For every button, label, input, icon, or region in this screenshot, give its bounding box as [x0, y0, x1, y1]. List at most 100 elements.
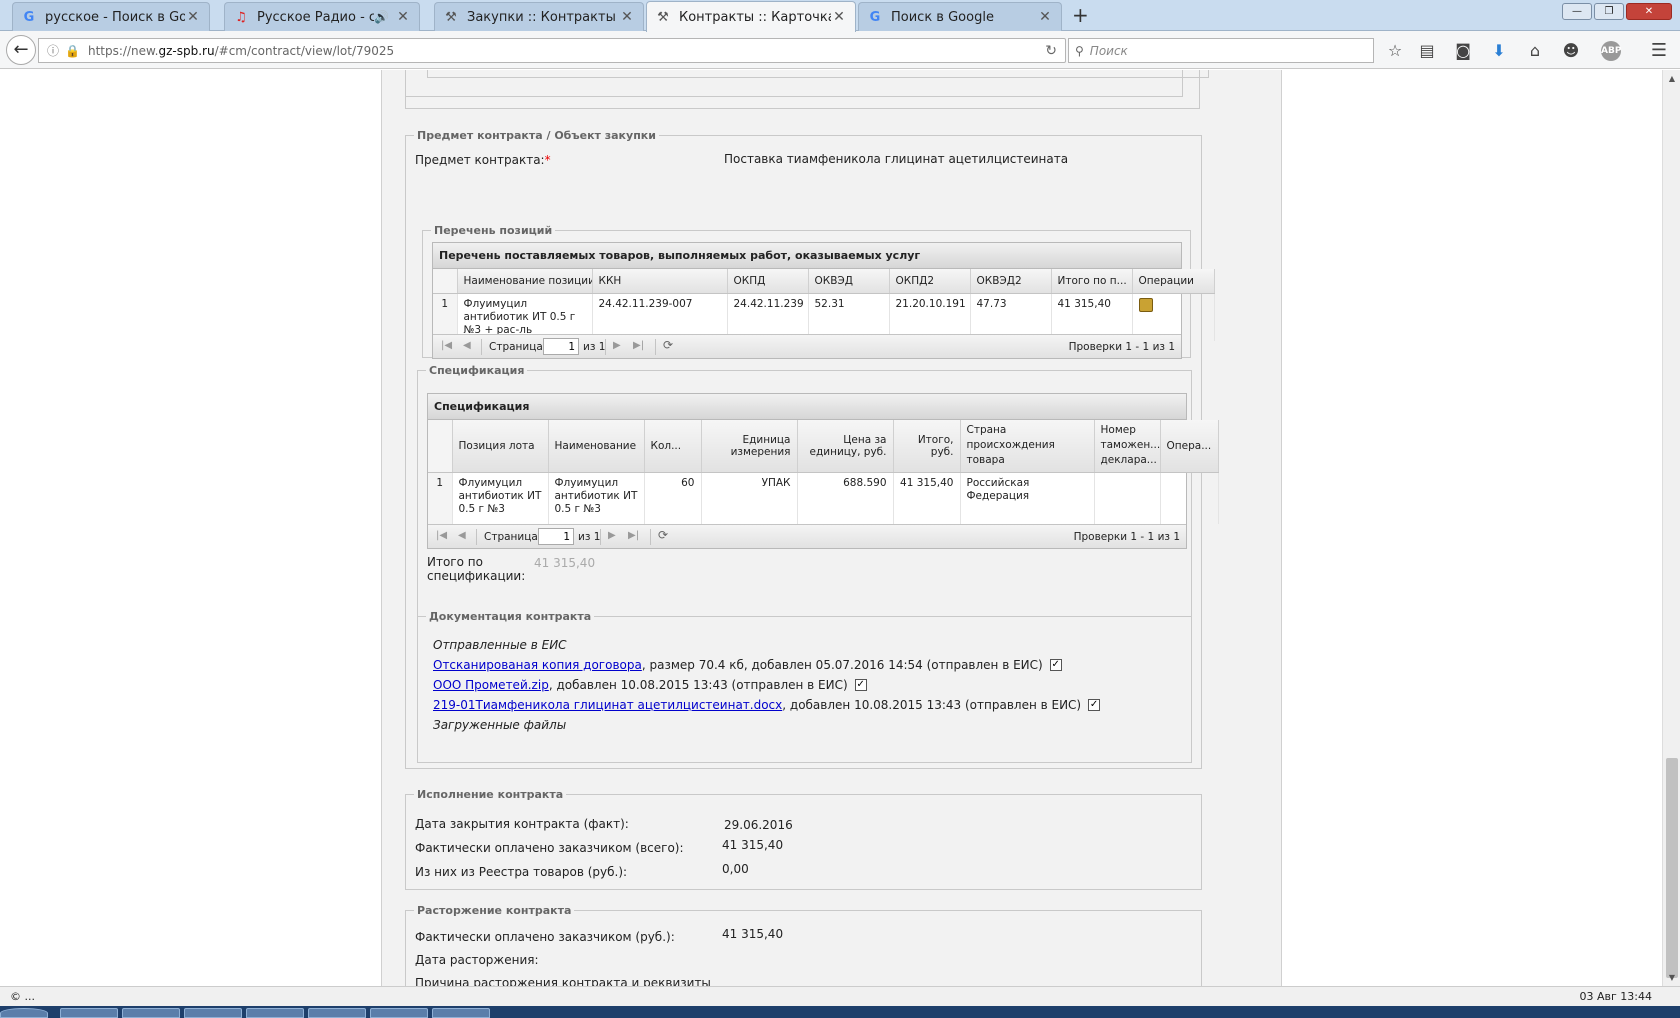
taskbar-app-button[interactable] — [246, 1008, 304, 1018]
row-number-header — [433, 269, 458, 294]
taskbar-app-button[interactable] — [308, 1008, 366, 1018]
restore-button[interactable]: ❐ — [1594, 3, 1624, 20]
minimize-button[interactable]: — — [1562, 3, 1592, 20]
pocket-icon[interactable]: ◙ — [1452, 40, 1474, 62]
close-tab-icon[interactable]: ✕ — [395, 9, 411, 25]
download-icon[interactable]: ⬇ — [1488, 40, 1510, 62]
column-header-customs-number[interactable]: Номер таможен... деклара... — [1094, 420, 1161, 473]
column-header-lot-position[interactable]: Позиция лота — [452, 420, 549, 473]
tab-title: Контракты :: Карточка ко... — [679, 9, 831, 25]
sent-checkbox[interactable]: ✓ — [1049, 659, 1062, 671]
column-header-total[interactable]: Итого, руб. — [893, 420, 961, 473]
reload-icon[interactable]: ↻ — [1045, 43, 1057, 59]
column-header-okved[interactable]: ОКВЭД — [808, 269, 890, 294]
page-number-input[interactable] — [538, 528, 574, 545]
prev-page-icon[interactable]: ◀ — [458, 530, 466, 541]
prev-page-icon[interactable]: ◀ — [463, 340, 471, 351]
spec-total-label: Итого по спецификации: — [427, 555, 526, 583]
termination-date-label: Дата расторжения: — [415, 953, 539, 967]
column-header-name[interactable]: Наименование позиции — [457, 269, 593, 294]
taskbar-app-button[interactable] — [370, 1008, 428, 1018]
back-button[interactable]: ← — [6, 35, 36, 65]
hammer-icon: ⚒ — [445, 9, 457, 25]
speaker-icon[interactable]: 🔊 — [374, 10, 389, 24]
refresh-icon[interactable]: ⟳ — [658, 528, 668, 542]
google-icon: G — [869, 9, 881, 25]
next-page-icon[interactable]: ▶ — [608, 530, 616, 541]
next-page-icon[interactable]: ▶ — [613, 340, 621, 351]
document-item: Отсканированая копия договора, размер 70… — [433, 658, 1062, 672]
taskbar-app-button[interactable] — [432, 1008, 490, 1018]
home-icon[interactable]: ⌂ — [1524, 40, 1546, 62]
adblock-icon[interactable]: ABP — [1596, 40, 1626, 62]
column-header-operations[interactable]: Опера... — [1160, 420, 1219, 473]
paid-total-value: 41 315,40 — [722, 838, 784, 852]
navigation-toolbar: ← ⓘ 🔒 https://new. gz-spb.ru/#cm/contract… — [0, 31, 1680, 69]
scroll-down-icon[interactable]: ▼ — [1663, 973, 1680, 982]
taskbar-app-button[interactable] — [122, 1008, 180, 1018]
sent-checkbox[interactable]: ✓ — [1088, 699, 1101, 711]
column-header-country[interactable]: Страна происхождения товара — [960, 420, 1095, 473]
column-header-quantity[interactable]: Кол... — [644, 420, 702, 473]
column-header-total[interactable]: Итого по п... — [1051, 269, 1133, 294]
positions-table: Наименование позиции ККН ОКПД ОКВЭД ОКПД… — [433, 269, 1215, 341]
column-header-okved2[interactable]: ОКВЭД2 — [970, 269, 1052, 294]
address-bar[interactable]: ⓘ 🔒 https://new. gz-spb.ru/#cm/contract/v… — [38, 38, 1066, 63]
last-page-icon[interactable]: ▶| — [633, 340, 644, 351]
refresh-icon[interactable]: ⟳ — [663, 338, 673, 352]
close-window-button[interactable]: ✕ — [1626, 3, 1672, 20]
status-bar: © ... 03 Авг 13:44 — [0, 986, 1680, 1006]
tab-google-search[interactable]: G Поиск в Google ✕ — [858, 2, 1062, 31]
scroll-up-icon[interactable]: ▲ — [1663, 74, 1680, 83]
column-header-kkn[interactable]: ККН — [592, 269, 728, 294]
page-scrollbar[interactable]: ▲ ▼ — [1662, 70, 1680, 986]
tab-russian-radio[interactable]: ♫ Русское Радио - слуш... 🔊 ✕ — [224, 2, 420, 31]
first-page-icon[interactable]: |◀ — [441, 340, 452, 351]
search-placeholder: Поиск — [1089, 43, 1128, 58]
document-link[interactable]: ООО Прометей.zip — [433, 678, 549, 692]
pager-separator — [476, 529, 477, 545]
taskbar-app-button[interactable] — [184, 1008, 242, 1018]
column-header-okpd2[interactable]: ОКПД2 — [889, 269, 971, 294]
column-header-okpd[interactable]: ОКПД — [727, 269, 809, 294]
taskbar-app-button[interactable] — [60, 1008, 118, 1018]
close-tab-icon[interactable]: ✕ — [619, 9, 635, 25]
info-icon[interactable]: ⓘ — [47, 42, 59, 59]
lock-icon: 🔒 — [65, 43, 80, 58]
tab-purchases-contracts[interactable]: ⚒ Закупки :: Контракты на э... ✕ — [434, 2, 644, 31]
close-tab-icon[interactable]: ✕ — [1037, 9, 1053, 25]
column-header-operations[interactable]: Операции — [1132, 269, 1215, 294]
column-header-price[interactable]: Цена за единицу, руб. — [797, 420, 894, 473]
positions-grid: Перечень поставляемых товаров, выполняем… — [432, 242, 1215, 359]
pager-separator — [605, 339, 606, 355]
google-icon: G — [23, 9, 35, 25]
reading-list-icon[interactable]: ▤ — [1416, 40, 1438, 62]
table-row[interactable]: 1 Флуимуцил антибиотик ИТ 0.5 г №3 Флуим… — [428, 472, 1219, 524]
chat-icon[interactable]: ☻ — [1560, 40, 1582, 62]
spec-total-value: 41 315,40 — [534, 556, 596, 570]
document-link[interactable]: Отсканированая копия договора — [433, 658, 642, 672]
page-number-input[interactable] — [543, 338, 579, 355]
document-link[interactable]: 219-01Тиамфеникола глицинат ацетилцистеи… — [433, 698, 782, 712]
scroll-document-icon[interactable] — [1138, 297, 1153, 312]
bookmark-star-icon[interactable]: ☆ — [1384, 40, 1406, 62]
document-info: , добавлен 10.08.2015 13:43 (отправлен в… — [548, 678, 848, 692]
last-page-icon[interactable]: ▶| — [628, 530, 639, 541]
tab-title: Закупки :: Контракты на э... — [467, 9, 619, 25]
start-button[interactable] — [0, 1008, 48, 1018]
scrollbar-thumb[interactable] — [1666, 758, 1678, 978]
first-page-icon[interactable]: |◀ — [436, 530, 447, 541]
close-tab-icon[interactable]: ✕ — [185, 9, 201, 25]
search-input[interactable]: ⚲ Поиск — [1068, 38, 1374, 63]
section-legend: Расторжение контракта — [417, 904, 572, 917]
close-tab-icon[interactable]: ✕ — [831, 9, 847, 25]
tab-contract-card[interactable]: ⚒ Контракты :: Карточка ко... ✕ — [646, 1, 856, 32]
new-tab-button[interactable]: + — [1072, 5, 1089, 25]
contract-subject-label: Предмет контракта:* — [415, 153, 551, 167]
column-header-name[interactable]: Наименование — [548, 420, 645, 473]
column-header-unit[interactable]: Единица измерения — [701, 420, 798, 473]
menu-icon[interactable]: ☰ — [1648, 40, 1670, 62]
spec-pager: |◀ ◀ Страница из 1 ▶ ▶| ⟳ Проверки 1 - 1… — [428, 524, 1186, 548]
sent-checkbox[interactable]: ✓ — [854, 679, 867, 691]
tab-google-search-russian[interactable]: G русское - Поиск в Google ✕ — [12, 2, 210, 31]
